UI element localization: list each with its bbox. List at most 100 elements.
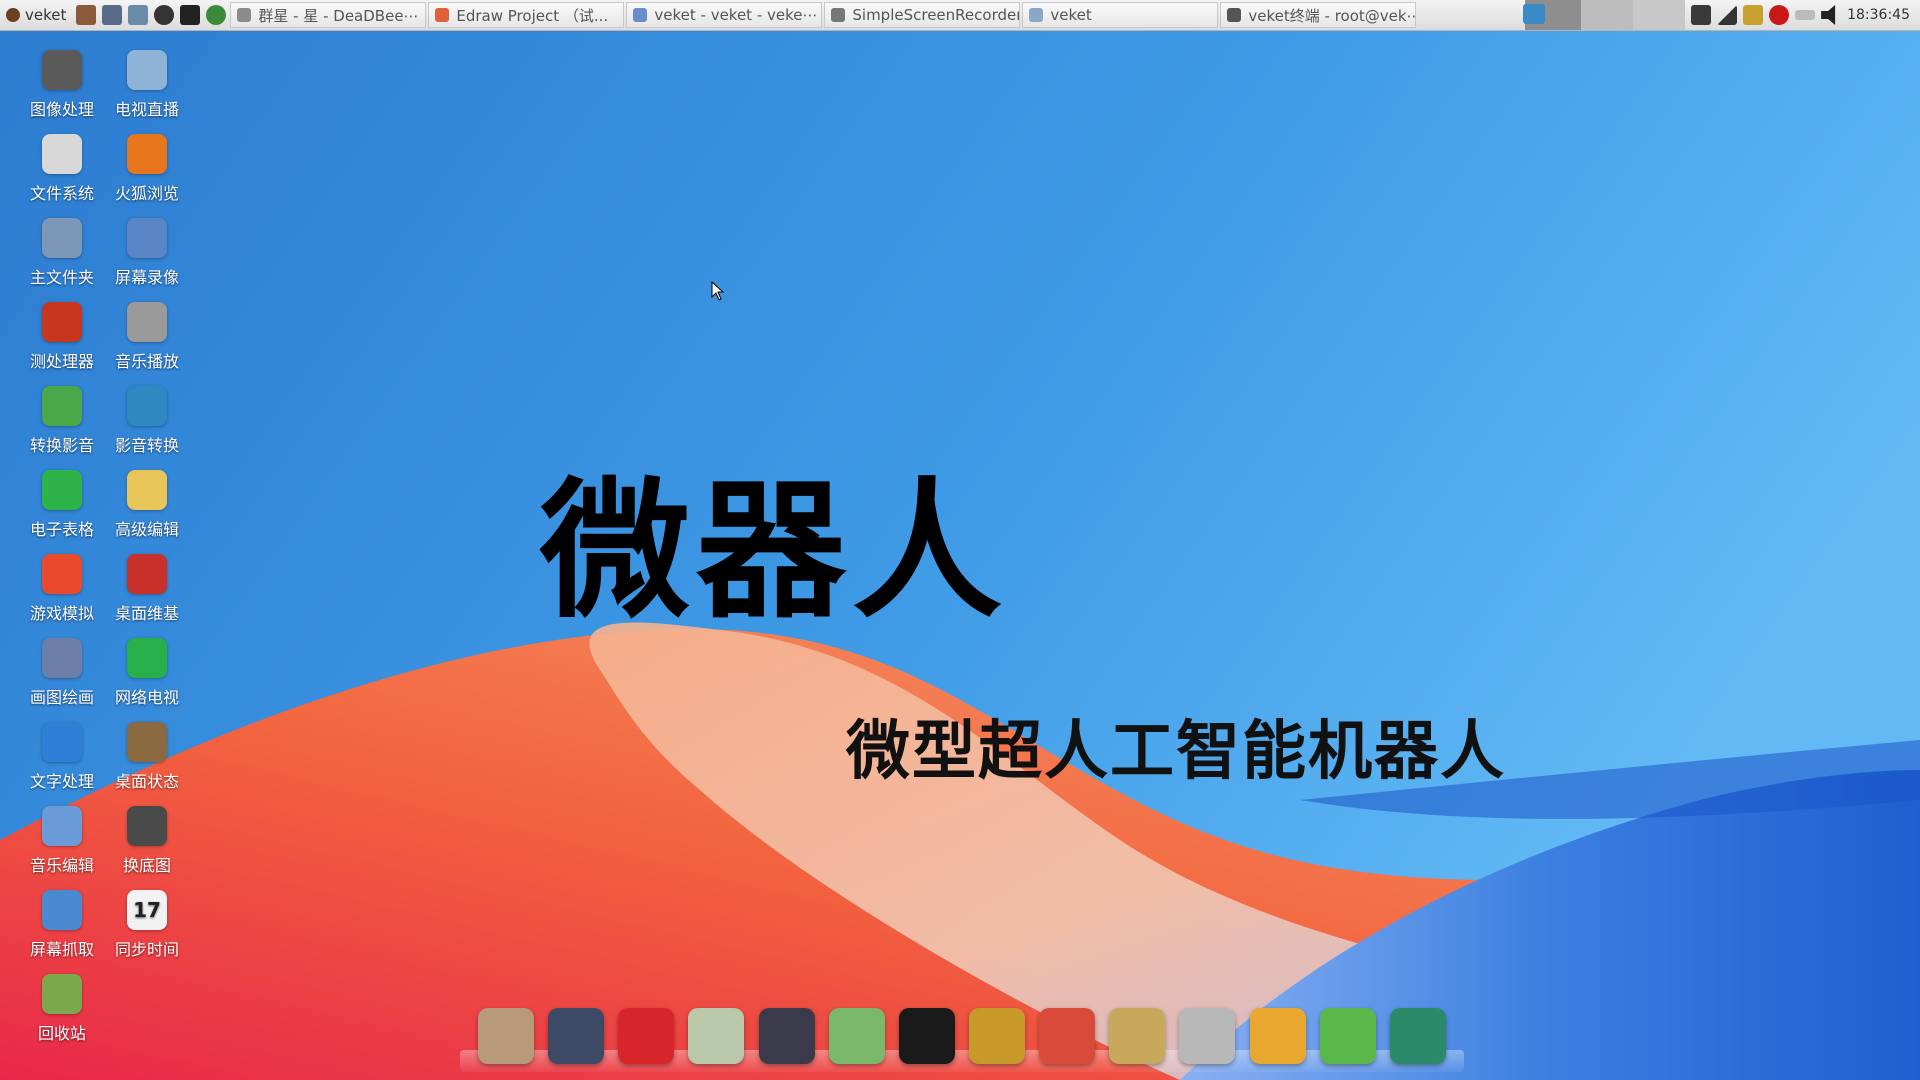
game-emulator-icon (42, 554, 82, 594)
clock[interactable]: 18:36:45 (1847, 7, 1914, 23)
desktop-icon-label: 影音转换 (114, 436, 179, 455)
fortune-icon[interactable] (1249, 1008, 1306, 1064)
browser-icon (633, 8, 648, 22)
palette-icon[interactable] (1109, 1008, 1166, 1064)
desktop-icon[interactable]: 音乐播放 (105, 302, 189, 372)
desktop-icon[interactable]: 屏幕录像 (105, 218, 189, 288)
cpu-test-icon (42, 302, 82, 342)
convert-media-icon (42, 386, 82, 426)
desktop-icon[interactable]: 音乐编辑 (20, 806, 104, 876)
task-button[interactable]: veket终端 - root@vek⋯ (1220, 2, 1417, 28)
desktop-icon[interactable]: 换底图 (105, 806, 189, 876)
play-icon[interactable] (154, 5, 175, 25)
desktop-icon-label: 屏幕录像 (114, 268, 179, 287)
task-button[interactable]: veket (1022, 2, 1219, 28)
audio-edit-icon (42, 806, 82, 846)
hammer-icon[interactable] (76, 5, 97, 25)
desktop-icon[interactable]: 文件系统 (20, 134, 104, 204)
desktop-icon[interactable]: 17 同步时间 (105, 890, 189, 960)
workspace-3[interactable] (1633, 0, 1686, 30)
paint-icon (42, 638, 82, 678)
spreadsheet-icon (42, 470, 82, 510)
desktop-icon-label: 文件系统 (29, 184, 94, 203)
tv-icon (127, 50, 167, 90)
network-signal-icon[interactable] (1717, 5, 1738, 25)
veket-logo-icon (6, 8, 20, 22)
desktop-icon[interactable]: 桌面维基 (105, 554, 189, 624)
camera-icon[interactable] (1389, 1008, 1446, 1064)
desktop-icon[interactable]: 影音转换 (105, 386, 189, 456)
task-button[interactable]: Edraw Project （试... (428, 2, 625, 28)
desktop-icon[interactable]: 高级编辑 (105, 470, 189, 540)
taskbar: veket 群星 - 星 - DeaDBee⋯ Edraw Project （试.… (0, 0, 1920, 31)
start-label: veket (25, 6, 67, 24)
desktop-icon[interactable]: 测处理器 (20, 302, 104, 372)
monitor-icon[interactable] (548, 1008, 605, 1064)
desktop-icon[interactable]: 屏幕抓取 (20, 890, 104, 960)
drive-icon (42, 134, 82, 174)
globe-icon[interactable] (206, 5, 227, 25)
desktop-icon[interactable]: 火狐浏览 (105, 134, 189, 204)
red-creature-icon[interactable] (618, 1008, 675, 1064)
task-label: veket - veket - veke⋯ (654, 6, 818, 24)
desktop-icon-label: 换底图 (122, 856, 171, 875)
dock (478, 992, 1446, 1064)
trash-icon (42, 974, 82, 1014)
users-icon[interactable] (828, 1008, 885, 1064)
book-icon[interactable] (968, 1008, 1025, 1064)
task-label: Edraw Project （试... (456, 6, 609, 25)
desktop-icon[interactable]: 游戏模拟 (20, 554, 104, 624)
folder-icon (1029, 8, 1044, 22)
file-manager-icon[interactable] (478, 1008, 534, 1064)
music-play-icon (127, 302, 167, 342)
task-label: veket (1050, 6, 1092, 24)
presentation-icon[interactable] (1039, 1008, 1096, 1064)
start-menu-button[interactable]: veket (0, 0, 72, 30)
usb-drive-icon[interactable] (1179, 1008, 1236, 1064)
wallpaper-icon (127, 806, 167, 846)
desktop-icon[interactable]: 电子表格 (20, 470, 104, 540)
media-player-icon[interactable] (758, 1008, 815, 1064)
media-tray-icon[interactable] (1691, 5, 1712, 25)
desktop-icon[interactable]: 图像处理 (20, 50, 104, 120)
record-indicator-icon[interactable] (1769, 5, 1790, 25)
drive-tray-icon[interactable] (1795, 10, 1816, 20)
desktop-icon[interactable]: 主文件夹 (20, 218, 104, 288)
screen-record-icon (127, 218, 167, 258)
notepad-icon[interactable] (688, 1008, 745, 1064)
desktop-icon-label: 网络电视 (114, 688, 179, 707)
penguin-icon[interactable] (898, 1008, 955, 1064)
task-label: SimpleScreenRecorder (852, 6, 1021, 24)
terminal-launch-icon[interactable] (180, 5, 201, 25)
task-list: 群星 - 星 - DeaDBee⋯ Edraw Project （试... veke… (230, 0, 1418, 30)
workspace-2[interactable] (1581, 0, 1634, 30)
desktop-icon-label: 火狐浏览 (114, 184, 179, 203)
desktop-icon[interactable]: 回收站 (20, 974, 104, 1044)
volume-icon[interactable] (1821, 5, 1836, 25)
desktop-icon-label: 桌面维基 (114, 604, 179, 623)
desktop-icon[interactable]: 桌面状态 (105, 722, 189, 792)
desktop-icon[interactable]: 画图绘画 (20, 638, 104, 708)
storage-icon[interactable] (1743, 5, 1764, 25)
system-monitor-icon[interactable] (102, 5, 123, 25)
desktop-icon[interactable]: 电视直播 (105, 50, 189, 120)
headline-main: 微器人 (540, 465, 1009, 639)
task-button[interactable]: SimpleScreenRecorder (824, 2, 1021, 28)
desktop-icon[interactable]: 文字处理 (20, 722, 104, 792)
desktop-wiki-icon (127, 554, 167, 594)
web-tv-icon (127, 638, 167, 678)
desktop-icon[interactable]: 网络电视 (105, 638, 189, 708)
help-icon[interactable] (1319, 1008, 1376, 1064)
gimp-icon (42, 50, 82, 90)
task-button[interactable]: 群星 - 星 - DeaDBee⋯ (230, 2, 427, 28)
settings-icon[interactable] (128, 5, 149, 25)
terminal-icon (1227, 8, 1242, 22)
task-button[interactable]: veket - veket - veke⋯ (626, 2, 823, 28)
firefox-icon (127, 134, 167, 174)
quick-launch (72, 0, 230, 30)
desktop-icon-label: 同步时间 (114, 940, 179, 959)
desktop-icon-label: 图像处理 (29, 100, 94, 119)
desktop-switch-icon[interactable] (1523, 4, 1545, 24)
desktop-icon-label: 转换影音 (29, 436, 94, 455)
desktop-icon[interactable]: 转换影音 (20, 386, 104, 456)
